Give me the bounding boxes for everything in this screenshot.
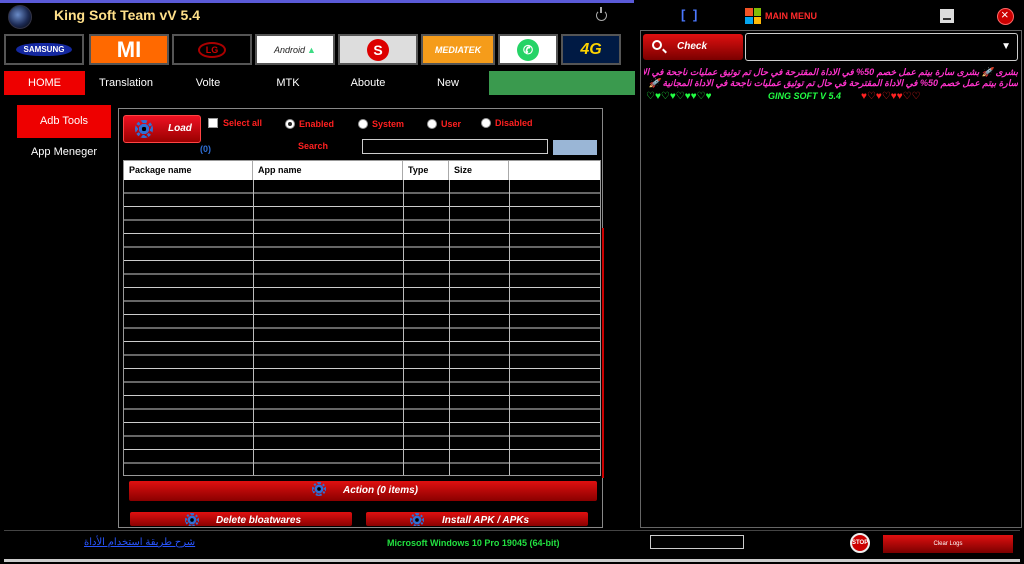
brand-whatsapp-button[interactable]: ✆ xyxy=(498,34,558,65)
green-hearts: ♡♥♡♥♡♥♥♡♥ xyxy=(646,91,712,102)
app-count: (0) xyxy=(200,144,211,154)
action-label: Action (0 items) xyxy=(343,485,419,496)
tab-mtk[interactable]: MTK xyxy=(248,71,328,95)
col-size[interactable]: Size xyxy=(449,161,509,180)
load-label: Load xyxy=(168,123,192,134)
gear-icon xyxy=(135,120,153,138)
table-header: Package name App name Type Size xyxy=(124,161,600,180)
sidebar-item-app-manager[interactable]: App Meneger xyxy=(17,146,111,158)
install-apk-label: Install APK / APKs xyxy=(442,515,530,526)
app-title: King Soft Team vV 5.4 xyxy=(54,7,200,23)
stop-button[interactable]: STOP xyxy=(850,533,870,553)
gear-icon xyxy=(312,482,326,496)
action-button[interactable]: Action (0 items) xyxy=(129,481,597,501)
search-icon xyxy=(652,40,662,50)
os-info: Microsoft Windows 10 Pro 19045 (64-bit) xyxy=(387,538,560,548)
tutorial-link[interactable]: شرح طريقة استخدام الأداة xyxy=(84,537,195,548)
brand-samsung-button[interactable]: SAMSUNG xyxy=(4,34,84,65)
table-scrollbar[interactable] xyxy=(602,228,604,478)
disabled-radio[interactable] xyxy=(481,118,491,128)
footer-strip xyxy=(4,559,1020,562)
progress-box xyxy=(650,535,744,549)
gear-icon xyxy=(410,513,424,526)
brand-android-button[interactable]: Android ▲ xyxy=(255,34,335,65)
apps-table: Package name App name Type Size xyxy=(123,160,601,476)
chevron-down-icon: ▼ xyxy=(1001,41,1011,52)
main-menu-button[interactable]: MAIN MENU xyxy=(765,11,817,21)
check-label: Check xyxy=(677,41,708,52)
android-logo: Android xyxy=(274,44,306,55)
search-label: Search xyxy=(298,141,329,151)
brand-lg-button[interactable]: LG xyxy=(172,34,252,65)
samsung-logo: SAMSUNG xyxy=(15,43,73,56)
delete-bloatwares-button[interactable]: Delete bloatwares xyxy=(130,512,352,526)
col-package-name[interactable]: Package name xyxy=(124,161,253,180)
windows-icon[interactable] xyxy=(745,8,761,24)
close-button[interactable] xyxy=(997,7,1014,25)
lg-logo: LG xyxy=(197,41,227,58)
app-logo-icon xyxy=(8,5,32,29)
mediatek-logo: MEDIATEK xyxy=(434,44,482,55)
user-radio[interactable] xyxy=(427,119,437,129)
system-radio[interactable] xyxy=(358,119,368,129)
log-panel xyxy=(640,30,1022,528)
brackets-icon[interactable]: [ ] xyxy=(681,7,699,22)
tab-home[interactable]: HOME xyxy=(4,71,85,95)
sidebar-item-adb-tools[interactable]: Adb Tools xyxy=(17,105,111,138)
brand-snapdragon-button[interactable]: S xyxy=(338,34,418,65)
col-app-name[interactable]: App name xyxy=(253,161,403,180)
brand-4g-button[interactable]: 4G xyxy=(561,34,621,65)
load-button[interactable]: Load xyxy=(123,115,201,143)
enabled-label: Enabled xyxy=(299,119,335,129)
tab-green-blank[interactable] xyxy=(489,71,635,95)
log-line-1: بشرى 🚀 بشرى سارة بيتم عمل خصم 50% في الا… xyxy=(644,67,1018,77)
install-apk-button[interactable]: Install APK / APKs xyxy=(366,512,588,526)
table-rows[interactable] xyxy=(124,180,600,475)
system-label: System xyxy=(372,119,405,129)
mi-logo: MI xyxy=(116,36,142,62)
search-go-button[interactable] xyxy=(553,140,597,155)
brand-mediatek-button[interactable]: MEDIATEK xyxy=(421,34,495,65)
delete-bloatwares-label: Delete bloatwares xyxy=(216,515,302,526)
disabled-label: Disabled xyxy=(495,118,533,128)
snapdragon-logo: S xyxy=(367,38,389,61)
title-bar: King Soft Team vV 5.4 [ ] MAIN MENU xyxy=(0,3,1024,30)
check-button[interactable]: Check xyxy=(643,34,743,60)
clear-logs-button[interactable]: Clear Logs xyxy=(883,535,1013,553)
brand-row: SAMSUNG MI LG Android ▲ S MEDIATEK ✆ 4G xyxy=(4,34,622,66)
4g-logo: 4G xyxy=(580,40,602,58)
log-version: GING SOFT V 5.4 xyxy=(768,91,842,101)
select-all-checkbox[interactable] xyxy=(208,118,218,128)
gear-icon xyxy=(185,513,199,526)
main-nav: HOME Translation Volte MTK Aboute New xyxy=(4,71,636,95)
whatsapp-icon: ✆ xyxy=(517,38,539,61)
col-type[interactable]: Type xyxy=(403,161,449,180)
power-icon[interactable] xyxy=(596,7,607,21)
search-input[interactable] xyxy=(362,139,548,154)
tab-volte[interactable]: Volte xyxy=(168,71,248,95)
user-label: User xyxy=(441,119,462,129)
minimize-button[interactable] xyxy=(940,9,954,23)
log-line-2: سارة بيتم عمل خصم 50% في الاداة المقترحة… xyxy=(648,78,1018,88)
tab-translation[interactable]: Translation xyxy=(86,71,166,95)
red-hearts: ♥♡♥♡♥♥♡♡ xyxy=(861,91,921,102)
android-robot-icon: ▲ xyxy=(307,44,316,55)
tab-new[interactable]: New xyxy=(408,71,488,95)
device-select[interactable]: ▼ xyxy=(745,33,1018,61)
tab-aboute[interactable]: Aboute xyxy=(328,71,408,95)
select-all-label: Select all xyxy=(223,118,263,128)
brand-mi-button[interactable]: MI xyxy=(89,34,169,65)
enabled-radio[interactable] xyxy=(285,119,295,129)
